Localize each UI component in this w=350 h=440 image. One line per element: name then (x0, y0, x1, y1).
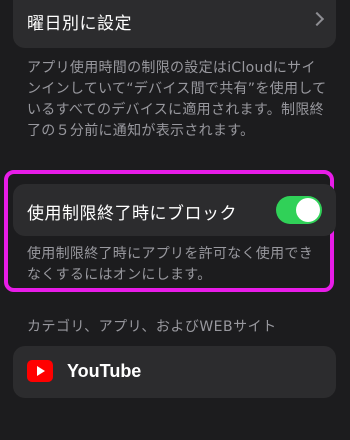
icloud-sync-note: アプリ使用時間の制限の設定はiCloudにサインインしていて“デバイス間で共有”… (27, 60, 327, 139)
section-header-apps: カテゴリ、アプリ、およびWEBサイト (27, 319, 277, 335)
toggle-knob (296, 198, 320, 222)
app-row-youtube[interactable]: YouTube (13, 346, 336, 398)
app-name: YouTube (67, 361, 142, 381)
block-at-end-note: 使用制限終了時にアプリを許可なく使用できなくするにはオンにします。 (27, 246, 313, 283)
block-at-end-label: 使用制限終了時にブロック (27, 204, 237, 224)
block-at-end-row[interactable]: 使用制限終了時にブロック (13, 184, 336, 236)
youtube-icon (27, 360, 53, 382)
schedule-by-day-label: 曜日別に設定 (27, 14, 132, 34)
block-at-end-toggle[interactable] (276, 196, 322, 224)
schedule-by-day-row[interactable]: 曜日別に設定 (13, 0, 336, 48)
chevron-right-icon (309, 11, 325, 27)
play-icon (37, 366, 45, 376)
